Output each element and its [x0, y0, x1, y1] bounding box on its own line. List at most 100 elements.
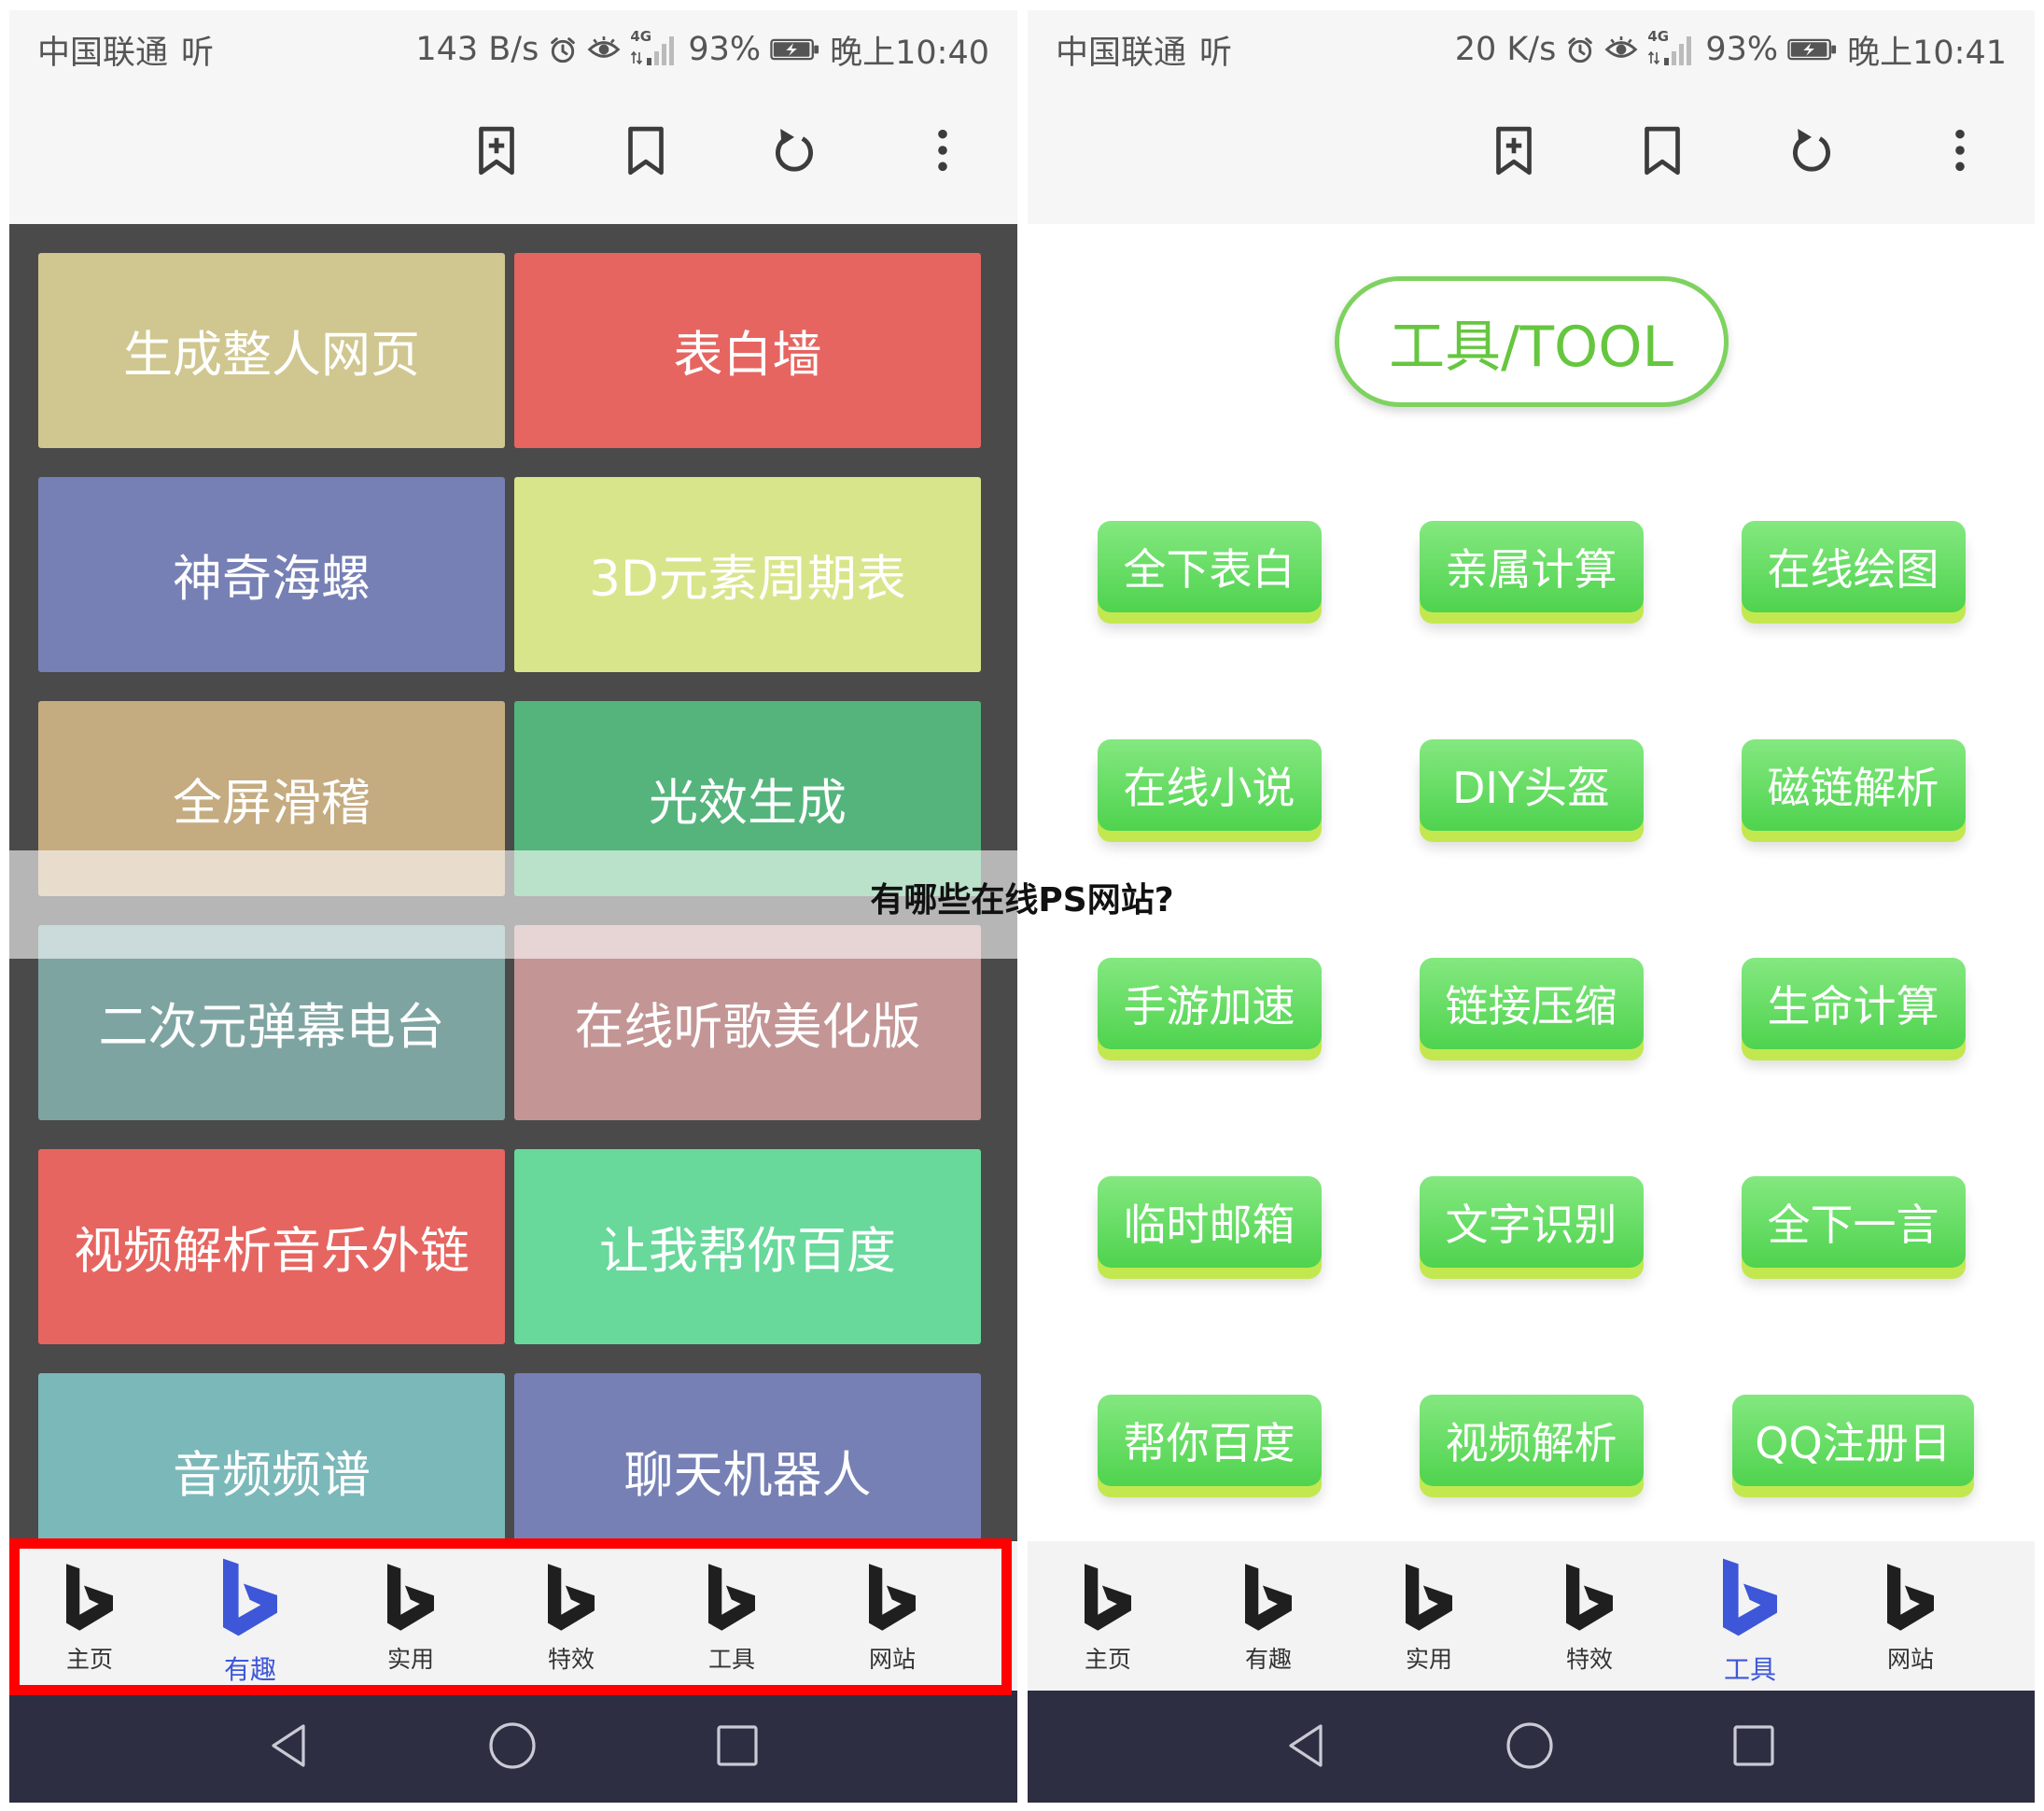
add-bookmark-button[interactable] [1467, 118, 1561, 183]
home-icon [488, 1721, 537, 1770]
recents-button[interactable] [700, 1718, 775, 1774]
tile-prank-page[interactable]: 生成整人网页 [38, 253, 505, 448]
back-button[interactable] [251, 1718, 326, 1774]
tile-label: 光效生成 [649, 774, 847, 832]
tile-label: 神奇海螺 [173, 550, 371, 608]
tile-label: 3D元素周期表 [589, 550, 906, 608]
signal-icon: 4G [1647, 28, 1696, 67]
battery-percent: 93% [688, 31, 762, 68]
tool-diy-helmet[interactable]: DIY头盔 [1419, 739, 1644, 831]
bing-icon [1085, 1564, 1131, 1631]
tile-label: 音频频谱 [173, 1446, 371, 1504]
bing-icon [1887, 1564, 1934, 1631]
nav-label: 主页 [1084, 1646, 1131, 1673]
network-type: 4G [630, 28, 652, 45]
tile-label: 生成整人网页 [123, 326, 420, 384]
browser-toolbar [1028, 89, 2035, 224]
tool-temp-email[interactable]: 临时邮箱 [1097, 1176, 1322, 1268]
nav-fun[interactable]: 有趣 [1188, 1541, 1349, 1691]
refresh-button[interactable] [748, 118, 841, 183]
carrier-name: 中国联通 [1056, 34, 1187, 72]
home-icon [1505, 1721, 1554, 1770]
tile-chatbot[interactable]: 聊天机器人 [514, 1373, 981, 1541]
nav-effects[interactable]: 特效 [1509, 1541, 1670, 1691]
battery-percent: 93% [1705, 31, 1779, 68]
bookmarks-button[interactable] [599, 118, 693, 183]
nav-practical[interactable]: 实用 [1349, 1541, 1509, 1691]
status-bar: 中国联通 听 143 B/s 4G 93% 晚上10:40 [9, 10, 1017, 89]
refresh-icon [769, 125, 819, 175]
tile-label: 聊天机器人 [623, 1446, 872, 1504]
status-bar: 中国联通 听 20 K/s 4G 93% 晚上10:41 [1028, 10, 2035, 89]
tile-label: 全屏滑稽 [173, 774, 371, 832]
tile-label: 二次元弹幕电台 [98, 998, 445, 1056]
highlight-box [9, 1538, 1012, 1695]
tool-header-button[interactable]: 工具/TOOL [1334, 276, 1729, 407]
tile-label: 在线听歌美化版 [574, 998, 921, 1056]
signal-icon: 4G [630, 28, 679, 67]
recents-button[interactable] [1716, 1718, 1791, 1774]
nav-label: 有趣 [1244, 1646, 1292, 1673]
bookmark-add-icon [476, 125, 517, 176]
more-vert-icon [935, 125, 950, 175]
tool-video-parser[interactable]: 视频解析 [1419, 1395, 1644, 1486]
tool-link-shortener[interactable]: 链接压缩 [1419, 958, 1644, 1049]
more-menu-button[interactable] [896, 118, 989, 183]
tool-confession[interactable]: 全下表白 [1097, 521, 1322, 612]
carrier-name: 中国联通 [37, 34, 169, 72]
network-type: 4G [1647, 28, 1670, 45]
back-icon [1285, 1722, 1326, 1769]
nav-tools[interactable]: 工具 [1670, 1541, 1830, 1691]
eye-comfort-icon [1604, 35, 1638, 64]
home-button[interactable] [1492, 1718, 1567, 1774]
recents-icon [1732, 1724, 1775, 1767]
tile-label: 让我帮你百度 [599, 1222, 896, 1280]
tool-quote[interactable]: 全下一言 [1741, 1176, 1966, 1268]
tool-game-booster[interactable]: 手游加速 [1097, 958, 1322, 1049]
bing-icon [1723, 1558, 1777, 1636]
nav-label: 实用 [1405, 1646, 1452, 1673]
tool-baidu-for-you[interactable]: 帮你百度 [1097, 1395, 1322, 1486]
tile-label: 视频解析音乐外链 [74, 1222, 469, 1280]
system-nav-bar [9, 1691, 1017, 1803]
tile-let-me-baidu[interactable]: 让我帮你百度 [514, 1149, 981, 1344]
tile-audio-spectrum[interactable]: 音频频谱 [38, 1373, 505, 1541]
network-speed: 20 K/s [1454, 31, 1557, 68]
bookmark-icon [625, 125, 666, 176]
hd-call-indicator: 听 [1199, 34, 1233, 72]
recents-icon [716, 1724, 759, 1767]
add-bookmark-button[interactable] [450, 118, 543, 183]
bookmarks-button[interactable] [1616, 118, 1709, 183]
status-indicators: 20 K/s 4G 93% 晚上10:41 [1455, 26, 2007, 74]
clock: 晚上10:41 [1847, 34, 2007, 72]
tool-online-drawing[interactable]: 在线绘图 [1741, 521, 1966, 612]
bookmark-icon [1642, 125, 1683, 176]
alarm-icon [548, 35, 578, 64]
tool-qq-register-date[interactable]: QQ注册日 [1732, 1395, 1974, 1486]
refresh-button[interactable] [1765, 118, 1858, 183]
home-button[interactable] [475, 1718, 550, 1774]
tool-life-calculator[interactable]: 生命计算 [1741, 958, 1966, 1049]
nav-websites[interactable]: 网站 [1830, 1541, 1991, 1691]
tile-label: 表白墙 [673, 326, 822, 384]
browser-toolbar [9, 89, 1017, 224]
back-button[interactable] [1268, 1718, 1343, 1774]
tile-3d-periodic-table[interactable]: 3D元素周期表 [514, 477, 981, 672]
bing-icon [1566, 1564, 1613, 1631]
more-vert-icon [1953, 125, 1967, 175]
alarm-icon [1565, 35, 1595, 64]
tool-online-novel[interactable]: 在线小说 [1097, 739, 1322, 831]
tool-magnet-parser[interactable]: 磁链解析 [1741, 739, 1966, 831]
tool-text-recognition[interactable]: 文字识别 [1419, 1176, 1644, 1268]
nav-label: 工具 [1723, 1654, 1776, 1685]
more-menu-button[interactable] [1913, 118, 2007, 183]
status-indicators: 143 B/s 4G 93% 晚上10:40 [415, 26, 989, 74]
tile-video-music-link[interactable]: 视频解析音乐外链 [38, 1149, 505, 1344]
clock: 晚上10:40 [830, 34, 989, 72]
nav-home[interactable]: 主页 [1028, 1541, 1188, 1691]
tile-magic-conch[interactable]: 神奇海螺 [38, 477, 505, 672]
tile-confession-wall[interactable]: 表白墙 [514, 253, 981, 448]
bing-icon [1406, 1564, 1452, 1631]
nav-label: 特效 [1565, 1646, 1613, 1673]
tool-kinship-calculator[interactable]: 亲属计算 [1419, 521, 1644, 612]
